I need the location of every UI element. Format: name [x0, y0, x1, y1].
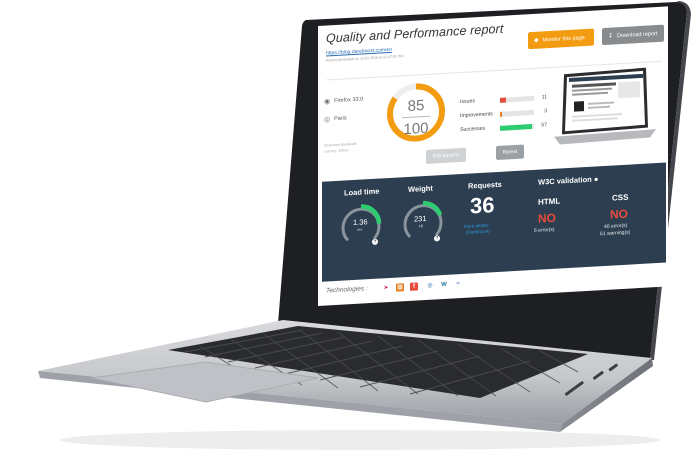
location-info: ◎ Paris [324, 114, 347, 123]
shield-icon: ◎ [427, 282, 433, 289]
load-time-label: Load time [344, 186, 380, 198]
stat-count: 11 [541, 94, 547, 101]
wave-icon: ≈ [456, 281, 460, 288]
laptop-screen: Quality and Performance report https://b… [318, 6, 668, 306]
pdf-icon: ↧ [608, 33, 614, 40]
w3c-label: W3C validation ● [538, 174, 598, 186]
stat-count: 57 [541, 122, 547, 129]
stat-bar [500, 123, 534, 131]
css-label: CSS [612, 192, 629, 203]
stat-label: Improvements [460, 111, 493, 120]
bird-icon: ➤ [383, 285, 389, 292]
location-icon: ◎ [324, 116, 331, 124]
metrics-panel: Load time 1.36 sec ? Weight 231 kB ? Req… [322, 162, 666, 282]
f-icon: f [410, 282, 418, 291]
score-max: 100 [403, 119, 429, 139]
html-errors: 6 error(s) [534, 226, 555, 234]
stat-issues: Issues 11 [460, 93, 547, 106]
stat-label: Issues [460, 98, 475, 106]
browser-info: ◉ Firefox 33.0 [324, 95, 363, 105]
css-status: NO [610, 206, 628, 222]
requests-value: 36 [470, 192, 495, 219]
score-value: 85 [407, 97, 425, 115]
dareboost-link[interactable]: (Dareboost) [466, 228, 490, 235]
weight-unit: kB [419, 224, 424, 229]
html-label: HTML [538, 196, 561, 207]
weight-value: 231 [414, 213, 427, 224]
laptop-scene: Quality and Performance report https://b… [0, 0, 700, 456]
stat-bar [500, 109, 534, 117]
css-warnings: 61 warning(s) [600, 229, 631, 238]
stat-bar-fill [500, 123, 533, 131]
stack-icon: ▦ [396, 283, 404, 292]
stat-label: Successes [460, 125, 486, 134]
monitor-page-button[interactable]: ◆ Monitor this page [528, 28, 594, 50]
load-time-value: 1.36 [353, 217, 368, 228]
download-report-label: Download report [617, 30, 658, 39]
wordpress-icon: W [441, 281, 447, 289]
w3c-label-text: W3C validation [538, 174, 592, 187]
stat-bar [500, 95, 534, 103]
weight-label: Weight [408, 183, 433, 194]
requests-label: Requests [468, 179, 502, 191]
firefox-icon: ◉ [324, 98, 331, 106]
stat-bar-fill [500, 111, 503, 117]
bandwidth-note: Dedicated bandwidth [324, 141, 357, 148]
html-status: NO [538, 210, 556, 226]
stat-successes: Successes 57 [460, 121, 547, 134]
stat-improvements: Improvements 3 [460, 107, 547, 120]
download-report-button[interactable]: ↧ Download report [602, 24, 664, 46]
latency-note: Latency: 100ms [324, 148, 349, 154]
retest-button[interactable]: Retest [496, 144, 524, 161]
page-thumbnail [554, 67, 656, 145]
report-header: Quality and Performance report https://b… [326, 22, 503, 63]
technologies-label: Technologies : [326, 285, 368, 295]
load-time-unit: sec [357, 227, 363, 232]
info-icon[interactable]: ● [594, 174, 599, 183]
stat-count: 3 [544, 108, 547, 115]
location-label: Paris [334, 115, 347, 123]
browser-label: Firefox 33.0 [334, 96, 364, 105]
monitor-page-label: Monitor this page [542, 34, 585, 43]
edit-params-button[interactable]: Edit params [426, 147, 466, 164]
binoculars-icon: ◆ [534, 37, 539, 44]
stat-bar-fill [500, 96, 507, 103]
